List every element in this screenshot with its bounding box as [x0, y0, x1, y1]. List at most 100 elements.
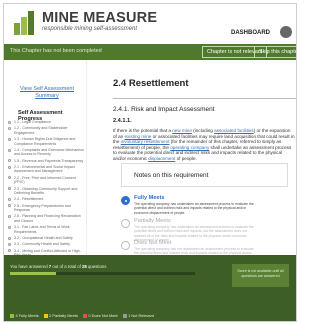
sidebar-item-label: 1.4 - Complaints and Grievance Mechanism… [14, 147, 84, 157]
glossary-link[interactable]: associated facilities [214, 128, 254, 133]
legend-label: 4 Fully Meets [15, 313, 39, 318]
progress-bar [10, 272, 195, 275]
top-header: MINE MEASURE responsible mining self-ass… [4, 4, 296, 44]
user-avatar[interactable] [280, 26, 292, 38]
legend-swatch [82, 313, 87, 318]
legend-item: 0 Does Not Meet [82, 313, 118, 318]
sidebar-item-label: 3.3 - Community Health and Safety [14, 242, 70, 247]
sidebar-item-label: 1.1 - Legal Compliance [14, 120, 51, 124]
status-circle-icon [8, 225, 11, 229]
skip-chapter-button[interactable]: Skip this chapter [254, 46, 296, 58]
legend-swatch [43, 313, 48, 318]
answered-summary: You have answered 7 out of a total of 28… [10, 264, 106, 269]
glossary-link[interactable]: operating company [170, 145, 209, 150]
sidebar-item-label: 3.1 - Fair Labor and Terms of Work Requi… [14, 225, 70, 234]
progress-fill [10, 272, 57, 275]
sidebar-item-label: 2.5 - Emergency Preparedness and Respons… [14, 203, 71, 213]
status-circle-icon [8, 126, 11, 130]
status-circle-icon [8, 249, 11, 253]
sidebar-item-label: 1.2 - Community and Stakeholder Engageme… [14, 126, 68, 135]
dashboard-link[interactable]: DASHBOARD [231, 30, 270, 36]
status-circle-icon [8, 236, 11, 240]
title-divider [113, 98, 296, 99]
main-content: 2.4 Resettlement 2.4.1. Risk and Impact … [94, 60, 296, 260]
sidebar-item[interactable]: 2.5 - Emergency Preparedness and Respons… [8, 204, 86, 213]
sidebar-item-label: 2.6 - Planning and Financing Reclamation… [14, 214, 81, 223]
chapter-status-bar: This Chapter has not been completed Chap… [4, 44, 296, 60]
notes-label: Notes on this requirement [134, 172, 209, 179]
status-circle-icon [8, 204, 11, 208]
sidebar-item-label: 1.3 - Human Rights Due Diligence and Com… [14, 137, 76, 146]
question-text-part: (including [191, 128, 215, 133]
status-circle-icon [8, 120, 11, 124]
radio-selected-icon[interactable] [121, 196, 130, 205]
legend-label: 2 Partially Meets [49, 313, 78, 318]
sidebar-item-label: 2.3 - Obtaining Community Support and De… [14, 186, 78, 196]
sidebar-item-label: 2.4 - Resettlement [14, 197, 44, 202]
chapter-list: 1.1 - Legal Compliance 1.2 - Community a… [8, 120, 86, 266]
sidebar-item[interactable]: 3.1 - Fair Labor and Terms of Work Requi… [8, 225, 86, 234]
view-summary-link[interactable]: View Self Assessment Summary [18, 86, 76, 100]
answered-text: You have answered [10, 264, 49, 269]
status-circle-icon [8, 187, 11, 191]
option-name: Does Not Meet [134, 240, 172, 246]
sidebar-item[interactable]: 1.3 - Human Rights Due Diligence and Com… [8, 137, 86, 146]
glossary-link[interactable]: displacement [148, 156, 175, 161]
legend-item: 4 Fully Meets [10, 313, 39, 318]
status-circle-icon [8, 148, 11, 152]
status-circle-icon [8, 198, 11, 202]
status-circle-icon [8, 159, 11, 163]
score-text: Score is not available until all questio… [237, 269, 284, 278]
legend-label: 0 Does Not Meet [88, 313, 118, 318]
sidebar-item[interactable]: 2.1 - Environmental and Social Impact As… [8, 165, 86, 174]
answered-text: questions [86, 264, 107, 269]
radio-icon[interactable] [121, 241, 130, 250]
question-text-part: If there is the potential that a [113, 128, 173, 133]
option-name: Fully Meets [134, 195, 165, 201]
status-circle-icon [8, 215, 11, 219]
option-name: Partially Meets [134, 218, 171, 224]
sidebar-item[interactable]: 3.2 - Occupational Health and Safety [8, 236, 86, 241]
status-circle-icon [8, 137, 11, 141]
brand-title: MINE MEASURE [42, 10, 158, 26]
status-circle-icon [8, 243, 11, 247]
sidebar-item-label: 1.5 - Revenue and Payments Transparency [14, 158, 84, 163]
answered-text: out of a total of [51, 264, 82, 269]
status-circle-icon [8, 176, 11, 180]
sidebar-item[interactable]: 2.6 - Planning and Financing Reclamation… [8, 214, 86, 223]
sidebar-item[interactable]: 2.4 - Resettlement [8, 197, 86, 202]
sidebar-item-label: 3.2 - Occupational Health and Safety [14, 236, 73, 241]
status-circle-icon [8, 165, 11, 169]
glossary-link[interactable]: involuntary resettlement [121, 139, 170, 144]
sidebar-item[interactable]: 3.3 - Community Health and Safety [8, 242, 86, 247]
radio-icon[interactable] [121, 219, 130, 228]
page-title: 2.4 Resettlement [113, 78, 189, 89]
glossary-link[interactable]: existing mine [125, 134, 152, 139]
progress-footer: You have answered 7 out of a total of 28… [4, 255, 296, 321]
sidebar-item[interactable]: 1.4 - Complaints and Grievance Mechanism… [8, 148, 86, 157]
sidebar-item[interactable]: 2.3 - Obtaining Community Support and De… [8, 187, 86, 196]
section-title: 2.4.1. Risk and Impact Assessment [113, 106, 215, 113]
legend-label: 1 Not Relevant [128, 313, 154, 318]
brand-tagline: responsible mining self-assessment [42, 26, 138, 32]
question-text-part: of people. [175, 155, 197, 161]
sidebar-item-label: 2.1 - Environmental and Social Impact As… [14, 164, 75, 174]
notes-toggle[interactable]: Notes on this requirement [121, 163, 288, 187]
answer-legend: 4 Fully Meets 2 Partially Meets 0 Does N… [10, 313, 154, 318]
sidebar: View Self Assessment Summary Self Assess… [4, 60, 87, 263]
legend-item: 2 Partially Meets [43, 313, 78, 318]
legend-item: 1 Not Relevant [122, 313, 154, 318]
logo-icon [14, 11, 36, 35]
sidebar-item[interactable]: 2.2 - Free, Prior and Informed Consent (… [8, 176, 86, 185]
legend-swatch [122, 313, 127, 318]
glossary-link[interactable]: new mine [172, 128, 192, 133]
sidebar-item[interactable]: 1.5 - Revenue and Payments Transparency [8, 159, 86, 164]
question-number: 2.4.1.1. [113, 118, 132, 124]
option-description: The operating company has undertaken an … [134, 202, 254, 215]
sidebar-item[interactable]: 1.1 - Legal Compliance [8, 120, 86, 125]
legend-swatch [10, 313, 14, 318]
sidebar-item[interactable]: 1.2 - Community and Stakeholder Engageme… [8, 126, 86, 135]
app-frame: MINE MEASURE responsible mining self-ass… [3, 3, 297, 322]
question-text: If there is the potential that a new min… [113, 128, 295, 162]
sidebar-item-label: 2.2 - Free, Prior and Informed Consent (… [14, 175, 76, 185]
